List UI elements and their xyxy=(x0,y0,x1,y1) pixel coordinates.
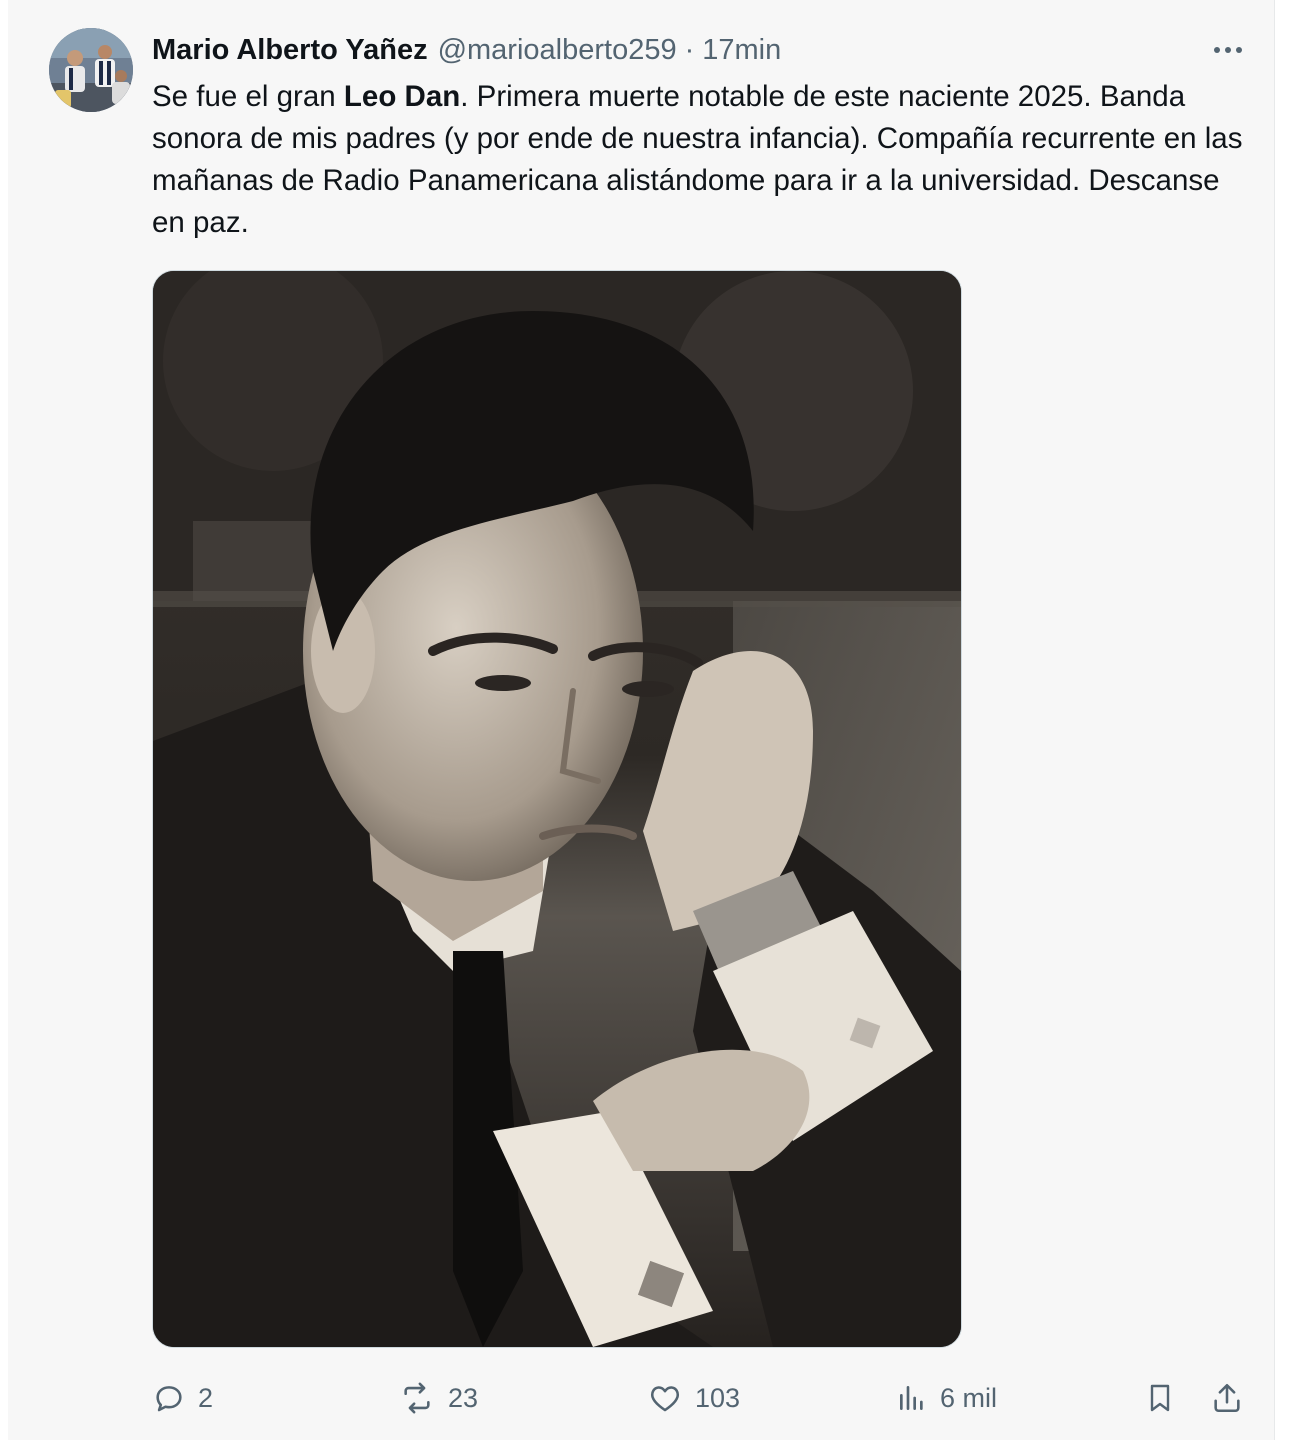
share-icon xyxy=(1210,1380,1244,1416)
bookmark-button[interactable] xyxy=(1144,1370,1176,1426)
action-bar: 2 23 103 6 mil xyxy=(152,1370,1252,1426)
repost-count: 23 xyxy=(448,1382,479,1413)
like-count: 103 xyxy=(695,1382,741,1413)
page: Mario Alberto Yañez @marioalberto259 · 1… xyxy=(0,0,1311,1440)
tweet-header: Mario Alberto Yañez @marioalberto259 · 1… xyxy=(152,30,781,70)
more-dot xyxy=(1225,47,1231,53)
views-button[interactable]: 6 mil xyxy=(896,1370,997,1426)
reply-button[interactable]: 2 xyxy=(152,1370,213,1426)
tweet-text-bold: Leo Dan xyxy=(343,80,461,113)
avatar[interactable] xyxy=(49,28,133,112)
repost-icon xyxy=(398,1381,436,1415)
repost-button[interactable]: 23 xyxy=(398,1370,478,1426)
author-display-name[interactable]: Mario Alberto Yañez xyxy=(152,30,428,70)
header-separator: · xyxy=(684,34,695,66)
tweet-photo[interactable] xyxy=(152,270,962,1348)
author-handle[interactable]: @marioalberto259 xyxy=(438,30,677,70)
more-dot xyxy=(1214,47,1220,53)
reply-count: 2 xyxy=(198,1382,214,1413)
more-icon[interactable] xyxy=(1206,34,1250,66)
tweet-text: Se fue el gran Leo Dan. Primera muerte n… xyxy=(152,76,1252,244)
reply-icon xyxy=(152,1381,186,1415)
tweet-timestamp[interactable]: 17min xyxy=(702,30,781,70)
more-dot xyxy=(1236,47,1242,53)
like-icon xyxy=(647,1381,683,1415)
bookmark-icon xyxy=(1144,1380,1176,1416)
views-count: 6 mil xyxy=(940,1382,998,1413)
tweet-card[interactable]: Mario Alberto Yañez @marioalberto259 · 1… xyxy=(8,0,1275,1440)
like-button[interactable]: 103 xyxy=(647,1370,740,1426)
views-icon xyxy=(896,1381,928,1415)
tweet-text-part1: Se fue el gran xyxy=(152,80,344,113)
share-button[interactable] xyxy=(1210,1370,1244,1426)
